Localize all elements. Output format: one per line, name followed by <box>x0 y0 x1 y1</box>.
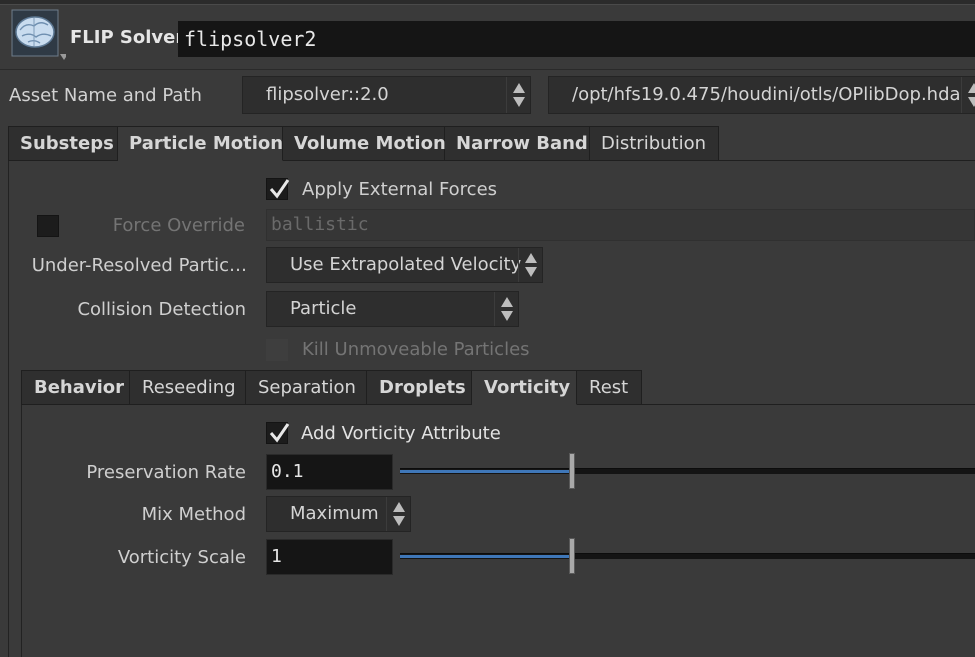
tab-droplets[interactable]: Droplets <box>367 370 472 405</box>
under-resolved-dropdown[interactable]: Use Extrapolated Velocity <box>266 247 543 283</box>
under-resolved-label: Under-Resolved Partic… <box>31 255 247 276</box>
vorticity-scale-slider[interactable] <box>400 553 975 559</box>
vorticity-scale-slider-handle[interactable] <box>569 538 575 574</box>
main-tab-bar: Substeps Particle Motion Volume Motion N… <box>8 126 719 161</box>
tab-narrow-band[interactable]: Narrow Band <box>445 126 590 161</box>
preservation-rate-slider-fill <box>400 470 572 473</box>
updown-arrows-icon <box>518 248 542 282</box>
vorticity-scale-slider-fill <box>400 555 572 558</box>
tab-reseeding[interactable]: Reseeding <box>130 370 246 405</box>
mix-method-value: Maximum <box>290 503 379 524</box>
apply-external-forces-checkbox[interactable] <box>266 178 290 200</box>
updown-arrows-icon <box>961 77 975 113</box>
panel-border <box>8 161 9 657</box>
tab-behavior[interactable]: Behavior <box>21 370 130 405</box>
asset-name-value: flipsolver::2.0 <box>266 84 389 105</box>
asset-path-dropdown[interactable]: /opt/hfs19.0.475/houdini/otls/OPlibDop.h… <box>548 76 975 114</box>
force-override-field[interactable]: ballistic <box>266 209 975 241</box>
node-name-field[interactable]: flipsolver2 <box>178 21 975 57</box>
force-override-label: Force Override <box>112 215 245 236</box>
vorticity-scale-field[interactable]: 1 <box>266 539 393 575</box>
force-override-toggle[interactable] <box>37 215 59 237</box>
tab-volume-motion[interactable]: Volume Motion <box>283 126 446 161</box>
collision-detection-dropdown[interactable]: Particle <box>266 291 519 327</box>
preservation-rate-field[interactable]: 0.1 <box>266 454 393 490</box>
kill-unmoveable-label: Kill Unmoveable Particles <box>302 339 530 360</box>
collision-detection-value: Particle <box>290 298 357 319</box>
tab-distribution[interactable]: Distribution <box>590 126 719 161</box>
updown-arrows-icon <box>494 292 518 326</box>
sub-tab-bar: Behavior Reseeding Separation Droplets V… <box>21 370 642 405</box>
preservation-rate-label: Preservation Rate <box>86 462 246 483</box>
under-resolved-value: Use Extrapolated Velocity <box>290 254 522 275</box>
preservation-rate-slider[interactable] <box>400 468 975 474</box>
tab-divider <box>718 160 975 161</box>
tab-substeps[interactable]: Substeps <box>8 126 118 161</box>
node-type-label: FLIP Solver <box>70 27 185 48</box>
kill-unmoveable-checkbox[interactable] <box>266 339 288 361</box>
updown-arrows-icon <box>386 497 410 531</box>
tab-vorticity[interactable]: Vorticity <box>472 370 577 405</box>
mix-method-dropdown[interactable]: Maximum <box>266 496 411 532</box>
brain-icon[interactable] <box>10 8 68 62</box>
asset-path-value: /opt/hfs19.0.475/houdini/otls/OPlibDop.h… <box>572 84 961 105</box>
asset-name-label: Asset Name and Path <box>9 85 202 106</box>
add-vorticity-label: Add Vorticity Attribute <box>301 423 501 444</box>
top-border <box>0 0 975 5</box>
collision-detection-label: Collision Detection <box>77 299 246 320</box>
tab-particle-motion[interactable]: Particle Motion <box>118 126 283 161</box>
tab-separation[interactable]: Separation <box>246 370 367 405</box>
add-vorticity-checkbox[interactable] <box>266 422 290 444</box>
tab-rest[interactable]: Rest <box>577 370 642 405</box>
preservation-rate-slider-handle[interactable] <box>569 453 575 489</box>
mix-method-label: Mix Method <box>141 504 246 525</box>
vorticity-scale-label: Vorticity Scale <box>117 547 246 568</box>
updown-arrows-icon <box>506 77 530 113</box>
asset-name-dropdown[interactable]: flipsolver::2.0 <box>242 76 531 114</box>
apply-external-forces-label: Apply External Forces <box>302 179 498 200</box>
